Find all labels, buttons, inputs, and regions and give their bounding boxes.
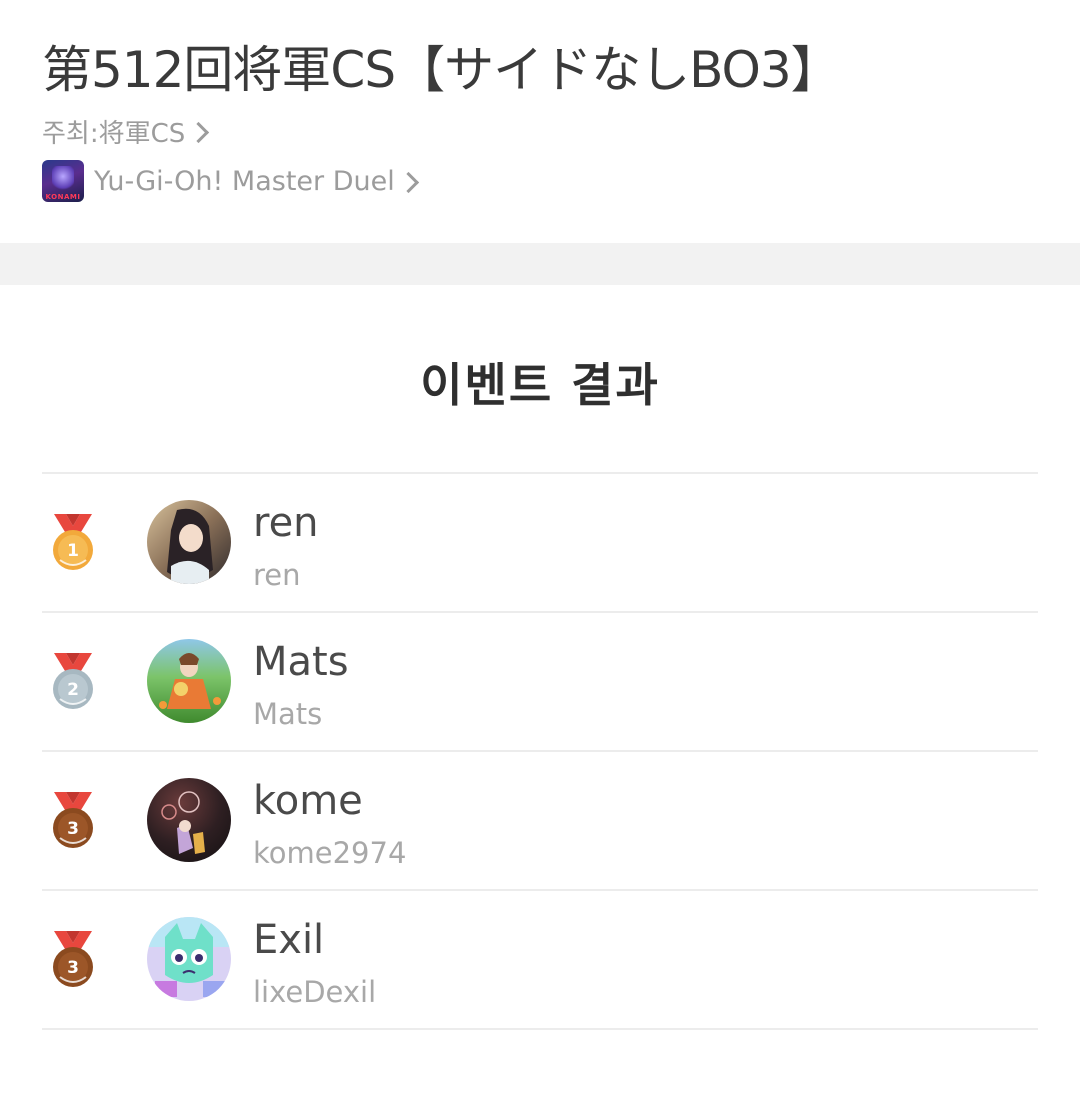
medal-rank: 3 (67, 958, 79, 978)
medal-rank: 3 (67, 819, 79, 839)
results-title: 이벤트 결과 (420, 358, 660, 412)
section-divider (0, 243, 1080, 285)
medal-bronze-icon: 3 (53, 931, 93, 987)
host-link[interactable]: 주최:将軍CS (42, 112, 210, 150)
medal-rank: 2 (67, 680, 79, 700)
avatar (147, 778, 231, 862)
rank-row[interactable]: 2 Mats Mats (42, 613, 1038, 752)
medal-silver-icon: 2 (53, 653, 93, 709)
medal-rank: 1 (67, 541, 79, 561)
player-handle: ren (253, 558, 301, 592)
player-name: Mats (253, 639, 349, 685)
rank-row[interactable]: 3 kome kome2974 (42, 752, 1038, 891)
player-handle: Mats (253, 697, 323, 731)
host-label: 주최:将軍CS (42, 118, 186, 149)
avatar (147, 917, 231, 1001)
game-icon-publisher: KONAMI (45, 193, 81, 201)
player-name: Exil (253, 917, 325, 963)
rank-row[interactable]: 1 ren ren (42, 474, 1038, 613)
medal-gold-icon: 1 (53, 514, 93, 570)
player-name: kome (253, 778, 363, 824)
game-icon: KONAMI (42, 160, 84, 202)
player-handle: lixeDexil (253, 975, 377, 1009)
results-section: 이벤트 결과 1 ren ren 2 Mats Mats 3 kome kome… (0, 285, 1080, 1030)
rank-list: 1 ren ren 2 Mats Mats 3 kome kome2974 3 … (42, 472, 1038, 1030)
player-handle: kome2974 (253, 836, 407, 870)
avatar (147, 639, 231, 723)
game-link[interactable]: KONAMI Yu-Gi-Oh! Master Duel (42, 160, 419, 202)
game-name: Yu-Gi-Oh! Master Duel (94, 165, 395, 197)
event-title: 第512回将軍CS【サイドなしBO3】 (42, 41, 841, 99)
chevron-right-icon (397, 171, 419, 193)
rank-row[interactable]: 3 Exil lixeDexil (42, 891, 1038, 1030)
player-name: ren (253, 500, 319, 546)
chevron-right-icon (188, 121, 210, 143)
medal-bronze-icon: 3 (53, 792, 93, 848)
avatar (147, 500, 231, 584)
event-header: 第512回将軍CS【サイドなしBO3】 주최:将軍CS KONAMI Yu-Gi… (0, 0, 1080, 243)
